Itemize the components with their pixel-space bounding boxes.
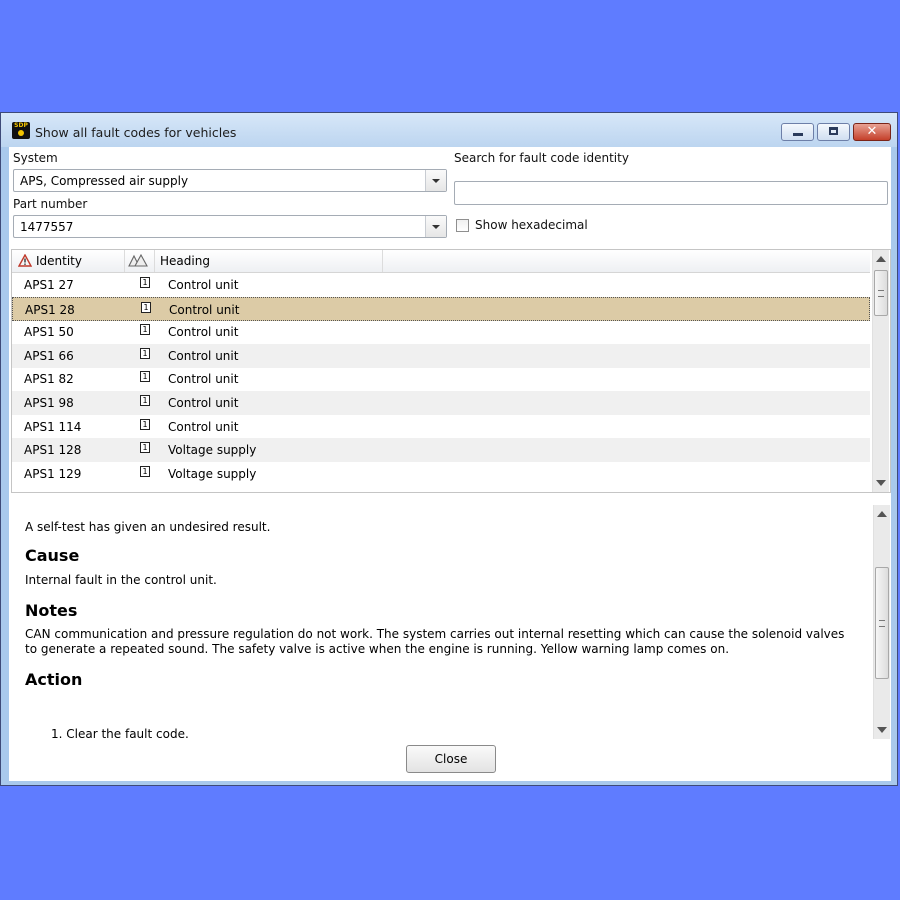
table-row[interactable]: APS1 66 1 Control unit (12, 343, 870, 368)
fault-heading: Control unit (168, 325, 239, 340)
table-row[interactable]: APS1 129 1 Voltage supply (12, 462, 870, 486)
fault-identity: APS1 128 (24, 443, 82, 458)
fault-identity: APS1 129 (24, 466, 82, 481)
cause-text: Internal fault in the control unit. (25, 573, 217, 587)
fault-identity: APS1 50 (24, 325, 74, 340)
scroll-up-icon[interactable] (876, 256, 886, 262)
info-icon: 1 (140, 324, 150, 336)
minimize-button[interactable] (781, 123, 814, 141)
app-icon: SDP (12, 122, 30, 139)
table-row[interactable]: APS1 128 1 Voltage supply (12, 438, 870, 463)
close-button[interactable]: Close (406, 745, 496, 773)
fault-heading: Control unit (168, 348, 239, 363)
scroll-down-icon[interactable] (877, 727, 887, 733)
maximize-icon (829, 127, 838, 135)
info-icon: 1 (140, 347, 150, 359)
hexadecimal-checkbox[interactable] (456, 219, 469, 232)
warning-icon (18, 254, 32, 267)
scroll-up-icon[interactable] (877, 511, 887, 517)
fault-identity: APS1 82 (24, 372, 74, 387)
search-input[interactable] (454, 181, 888, 205)
chevron-down-icon[interactable] (425, 170, 446, 191)
list-header: Identity Heading (12, 250, 870, 273)
fault-heading: Control unit (168, 372, 239, 387)
scroll-thumb[interactable] (874, 270, 888, 316)
notes-heading: Notes (25, 601, 78, 620)
icon-column-header[interactable] (124, 250, 155, 272)
table-row[interactable]: APS1 114 1 Control unit (12, 415, 870, 439)
table-row[interactable]: APS1 82 1 Control unit (12, 367, 870, 391)
fault-details-panel: A self-test has given an undesired resul… (11, 505, 891, 739)
minimize-icon (793, 133, 803, 136)
chevron-down-icon[interactable] (425, 216, 446, 237)
window-title: Show all fault codes for vehicles (35, 125, 237, 140)
warning-group-icon (128, 254, 148, 267)
details-scrollbar[interactable] (873, 505, 890, 739)
fault-identity: APS1 28 (25, 302, 75, 317)
heading-header-label: Heading (160, 254, 210, 268)
cause-heading: Cause (25, 546, 80, 565)
info-icon: 1 (140, 418, 150, 430)
fault-heading: Control unit (169, 302, 240, 317)
part-number-value: 1477557 (20, 220, 74, 234)
action-step: 1. Clear the fault code. (51, 727, 189, 739)
table-row[interactable]: APS1 28 1 Control unit (12, 296, 870, 321)
info-icon: 1 (140, 395, 150, 406)
list-scrollbar[interactable] (872, 250, 889, 492)
info-icon: 1 (141, 301, 151, 313)
table-row[interactable]: APS1 50 1 Control unit (12, 320, 870, 344)
system-label: System (13, 151, 58, 165)
scroll-down-icon[interactable] (876, 480, 886, 486)
fault-heading: Control unit (168, 396, 239, 410)
fault-description: A self-test has given an undesired resul… (25, 520, 271, 534)
fault-code-list: Identity Heading APS1 27 1 Control unit APS… (11, 249, 891, 493)
notes-text: CAN communication and pressure regulatio… (25, 627, 845, 656)
fault-identity: APS1 114 (24, 419, 82, 434)
fault-identity: APS1 66 (24, 348, 74, 363)
system-value: APS, Compressed air supply (20, 174, 189, 188)
identity-header-label: Identity (36, 254, 82, 268)
action-heading: Action (25, 670, 83, 689)
fault-heading: Control unit (168, 278, 239, 292)
info-icon: 1 (140, 277, 150, 288)
fault-identity: APS1 27 (24, 278, 74, 292)
title-bar[interactable]: SDP Show all fault codes for vehicles ✕ (1, 113, 897, 147)
system-select[interactable]: APS, Compressed air supply (13, 169, 447, 192)
close-icon: ✕ (866, 124, 878, 139)
maximize-button[interactable] (817, 123, 850, 141)
fault-codes-window: SDP Show all fault codes for vehicles ✕ … (0, 112, 898, 786)
table-row[interactable]: APS1 27 1 Control unit (12, 273, 870, 297)
info-icon: 1 (140, 465, 150, 477)
part-number-select[interactable]: 1477557 (13, 215, 447, 238)
identity-column-header[interactable]: Identity (12, 250, 125, 272)
fault-heading: Voltage supply (168, 443, 257, 458)
heading-column-header[interactable]: Heading (154, 250, 383, 272)
info-icon: 1 (140, 442, 150, 454)
part-number-label: Part number (13, 197, 88, 211)
scroll-thumb[interactable] (875, 567, 889, 679)
search-label: Search for fault code identity (454, 151, 629, 165)
fault-heading: Voltage supply (168, 466, 257, 481)
info-icon: 1 (140, 371, 150, 383)
fault-identity: APS1 98 (24, 396, 74, 410)
hexadecimal-label: Show hexadecimal (475, 218, 588, 232)
dialog-content: System APS, Compressed air supply Search… (9, 147, 891, 781)
table-row[interactable]: APS1 98 1 Control unit (12, 391, 870, 415)
window-close-button[interactable]: ✕ (853, 123, 891, 141)
fault-heading: Control unit (168, 419, 239, 434)
